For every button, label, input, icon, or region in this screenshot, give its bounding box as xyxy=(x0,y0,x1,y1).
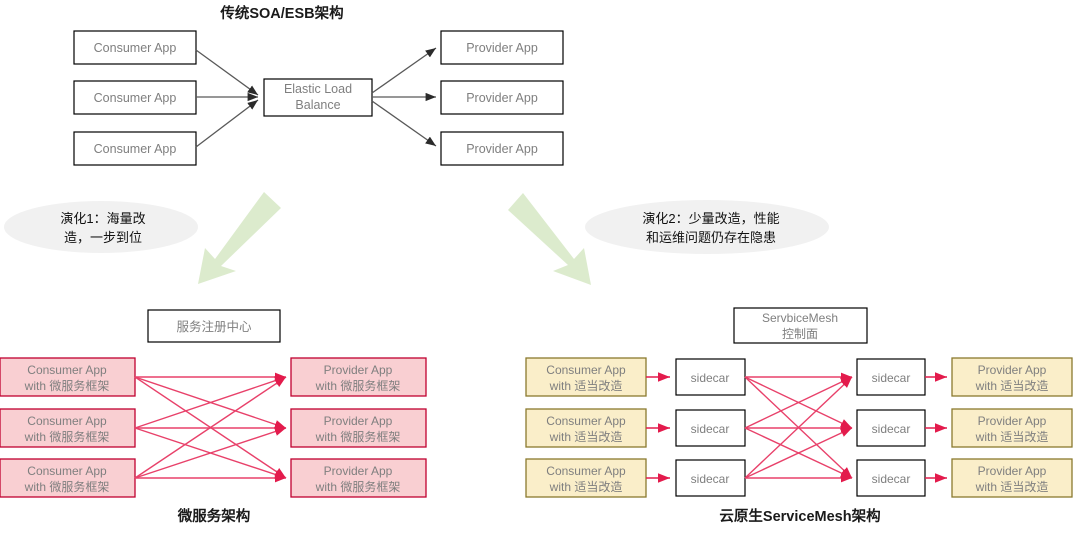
servicemesh-provider-3[interactable]: Provider App with 适当改造 xyxy=(951,458,1073,498)
microservice-provider-1[interactable]: Provider App with 微服务框架 xyxy=(290,357,427,397)
servicemesh-provider-3-line1: Provider App xyxy=(978,464,1047,478)
microservice-consumer-1-line2: with 微服务框架 xyxy=(24,378,110,393)
servicemesh-consumer-1-line2: with 适当改造 xyxy=(549,379,623,393)
soa-load-balancer-line1: Elastic Load xyxy=(284,82,352,96)
servicemesh-sidecar-left-2-label: sidecar xyxy=(691,422,730,436)
microservice-consumer-2[interactable]: Consumer App with 微服务框架 xyxy=(0,408,136,448)
servicemesh-consumer-sidecar-links xyxy=(646,372,670,483)
servicemesh-sidecar-right-2-label: sidecar xyxy=(872,422,911,436)
servicemesh-consumer-3[interactable]: Consumer App with 适当改造 xyxy=(525,458,647,498)
link-consumer1-lb xyxy=(195,49,259,96)
link-lb-provider1 xyxy=(371,47,437,94)
link-consumer3-lb xyxy=(195,99,259,148)
microservice-provider-1-line2: with 微服务框架 xyxy=(315,378,401,393)
microservice-consumer-1-line1: Consumer App xyxy=(27,363,107,377)
microservice-registry[interactable]: 服务注册中心 xyxy=(147,309,281,343)
evolution-2-line2: 和运维问题仍存在隐患 xyxy=(646,230,776,245)
soa-provider-1[interactable]: Provider App xyxy=(440,30,564,65)
microservice-provider-1-line1: Provider App xyxy=(324,363,393,377)
evolution-2-line1: 演化2：少量改造，性能 xyxy=(642,211,779,226)
soa-load-balancer[interactable]: Elastic Load Balance xyxy=(263,78,373,117)
evolution-2-green-arrow xyxy=(508,193,591,285)
servicemesh-consumer-3-line2: with 适当改造 xyxy=(549,480,623,494)
microservice-provider-3-line2: with 微服务框架 xyxy=(315,479,401,494)
servicemesh-provider-2-line1: Provider App xyxy=(978,414,1047,428)
servicemesh-section-title: 云原生ServiceMesh架构 xyxy=(719,507,880,525)
soa-provider-3-label: Provider App xyxy=(466,142,538,156)
soa-consumer-3[interactable]: Consumer App xyxy=(73,131,197,166)
microservice-consumer-1[interactable]: Consumer App with 微服务框架 xyxy=(0,357,136,397)
microservice-section-title: 微服务架构 xyxy=(177,507,251,525)
servicemesh-consumer-2-line1: Consumer App xyxy=(546,414,626,428)
servicemesh-sidecar-left-2[interactable]: sidecar xyxy=(675,409,746,447)
servicemesh-sidecar-right-3-label: sidecar xyxy=(872,472,911,486)
link-lb-provider3 xyxy=(371,100,437,147)
soa-consumer-2-label: Consumer App xyxy=(94,91,177,105)
soa-provider-links xyxy=(371,47,437,147)
soa-consumer-links xyxy=(195,49,259,148)
soa-provider-1-label: Provider App xyxy=(466,41,538,55)
microservice-registry-label: 服务注册中心 xyxy=(176,319,252,334)
servicemesh-consumer-1-line1: Consumer App xyxy=(546,363,626,377)
soa-provider-2-label: Provider App xyxy=(466,91,538,105)
servicemesh-sidecar-right-1-label: sidecar xyxy=(872,371,911,385)
microservice-consumer-2-line1: Consumer App xyxy=(27,414,107,428)
servicemesh-sidecar-right-2[interactable]: sidecar xyxy=(856,409,926,447)
servicemesh-provider-1[interactable]: Provider App with 适当改造 xyxy=(951,357,1073,397)
servicemesh-sidecar-right-3[interactable]: sidecar xyxy=(856,459,926,497)
servicemesh-sidecar-left-3[interactable]: sidecar xyxy=(675,459,746,497)
microservice-consumer-3[interactable]: Consumer App with 微服务框架 xyxy=(0,458,136,498)
soa-provider-2[interactable]: Provider App xyxy=(440,80,564,115)
servicemesh-sidecar-left-3-label: sidecar xyxy=(691,472,730,486)
servicemesh-provider-1-line1: Provider App xyxy=(978,363,1047,377)
microservice-provider-3-line1: Provider App xyxy=(324,464,393,478)
microservice-consumer-3-line2: with 微服务框架 xyxy=(24,479,110,494)
soa-provider-3[interactable]: Provider App xyxy=(440,131,564,166)
soa-consumer-3-label: Consumer App xyxy=(94,142,177,156)
servicemesh-sidecar-provider-links xyxy=(925,372,947,483)
microservice-mesh-links xyxy=(134,372,287,483)
soa-consumer-2[interactable]: Consumer App xyxy=(73,80,197,115)
servicemesh-control-plane-line2: 控制面 xyxy=(782,327,818,341)
evolution-1-green-arrow xyxy=(198,192,281,284)
servicemesh-provider-2-line2: with 适当改造 xyxy=(975,430,1049,444)
servicemesh-control-plane[interactable]: ServbiceMesh 控制面 xyxy=(733,307,868,344)
microservice-provider-2-line1: Provider App xyxy=(324,414,393,428)
servicemesh-provider-1-line2: with 适当改造 xyxy=(975,379,1049,393)
servicemesh-consumer-1[interactable]: Consumer App with 适当改造 xyxy=(525,357,647,397)
servicemesh-consumer-3-line1: Consumer App xyxy=(546,464,626,478)
evolution-1-ellipse xyxy=(4,201,198,253)
servicemesh-control-plane-line1: ServbiceMesh xyxy=(762,311,838,325)
servicemesh-provider-2[interactable]: Provider App with 适当改造 xyxy=(951,408,1073,448)
servicemesh-sidecar-left-1[interactable]: sidecar xyxy=(675,358,746,396)
servicemesh-sidecar-right-1[interactable]: sidecar xyxy=(856,358,926,396)
soa-load-balancer-line2: Balance xyxy=(295,98,340,112)
microservice-provider-2[interactable]: Provider App with 微服务框架 xyxy=(290,408,427,448)
soa-consumer-1[interactable]: Consumer App xyxy=(73,30,197,65)
evolution-1-line1: 演化1：海量改 xyxy=(60,211,145,226)
evolution-2-callout: 演化2：少量改造，性能 和运维问题仍存在隐患 xyxy=(585,200,829,254)
soa-consumer-1-label: Consumer App xyxy=(94,41,177,55)
microservice-consumer-3-line1: Consumer App xyxy=(27,464,107,478)
servicemesh-provider-3-line2: with 适当改造 xyxy=(975,480,1049,494)
servicemesh-consumer-2[interactable]: Consumer App with 适当改造 xyxy=(525,408,647,448)
servicemesh-sidecar-left-1-label: sidecar xyxy=(691,371,730,385)
evolution-1-line2: 造，一步到位 xyxy=(64,230,142,245)
microservice-provider-3[interactable]: Provider App with 微服务框架 xyxy=(290,458,427,498)
soa-section-title: 传统SOA/ESB架构 xyxy=(219,4,343,22)
microservice-consumer-2-line2: with 微服务框架 xyxy=(24,429,110,444)
microservice-provider-2-line2: with 微服务框架 xyxy=(315,429,401,444)
evolution-2-ellipse xyxy=(585,200,829,254)
servicemesh-mesh-links xyxy=(744,372,853,483)
evolution-1-callout: 演化1：海量改 造，一步到位 xyxy=(4,201,198,253)
architecture-evolution-diagram: 传统SOA/ESB架构 Consumer App Consumer App Co… xyxy=(0,4,1073,525)
servicemesh-consumer-2-line2: with 适当改造 xyxy=(549,430,623,444)
